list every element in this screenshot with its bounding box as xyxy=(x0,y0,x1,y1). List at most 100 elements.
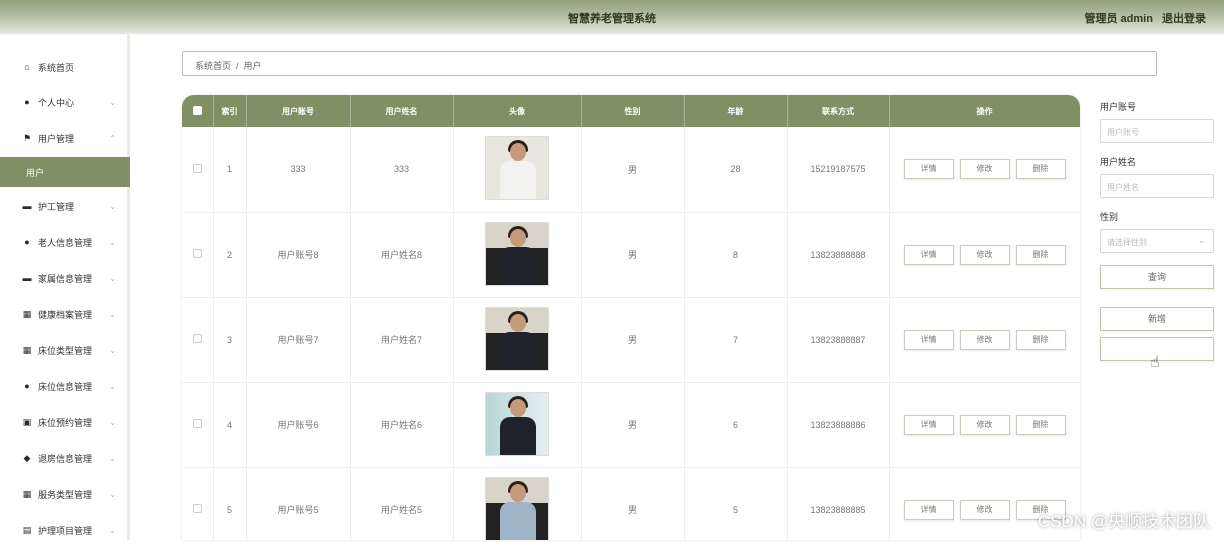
column-header: 年龄 xyxy=(684,95,787,127)
sidebar-item[interactable]: ▬ 家属信息管理⌄ xyxy=(0,263,130,293)
account-filter-input[interactable]: 用户账号 xyxy=(1100,119,1214,143)
sidebar-item[interactable]: ▦床位类型管理⌄ xyxy=(0,335,130,365)
delete-button[interactable]: 删除 xyxy=(1016,330,1066,350)
sidebar-item[interactable]: ⌂系统首页 xyxy=(0,52,130,82)
column-header: 性别 xyxy=(581,95,684,127)
edit-button[interactable]: 修改 xyxy=(960,415,1010,435)
row-checkbox[interactable] xyxy=(193,419,202,428)
chevron-down-icon: ⌄ xyxy=(109,274,116,283)
chevron-down-icon: ⌄ xyxy=(109,310,116,319)
breadcrumb: 系统首页/用户 xyxy=(182,51,1157,76)
name-cell: 333 xyxy=(350,127,453,212)
breadcrumb-home[interactable]: 系统首页 xyxy=(195,61,231,71)
edit-button[interactable]: 修改 xyxy=(960,330,1010,350)
gender-cell: 男 xyxy=(581,382,684,467)
column-header: 索引 xyxy=(213,95,246,127)
chevron-down-icon: ⌄ xyxy=(109,418,116,427)
briefcase-icon: ▬ xyxy=(20,273,34,283)
checkbox-cell[interactable] xyxy=(182,212,213,297)
detail-button[interactable]: 详情 xyxy=(904,330,954,350)
actions-cell: 详情修改删除 xyxy=(889,297,1080,382)
sidebar-item[interactable]: ▦服务类型管理⌄ xyxy=(0,479,130,509)
sidebar-item-label: 护理项目管理 xyxy=(38,524,109,537)
sidebar-item-label: 退房信息管理 xyxy=(38,452,109,465)
age-cell: 5 xyxy=(684,467,787,540)
actions-cell: 详情修改删除 xyxy=(889,127,1080,212)
index-cell: 3 xyxy=(213,297,246,382)
detail-button[interactable]: 详情 xyxy=(904,500,954,520)
name-cell: 用户姓名6 xyxy=(350,382,453,467)
sidebar-item-label: 服务类型管理 xyxy=(38,488,109,501)
row-checkbox[interactable] xyxy=(193,164,202,173)
delete-button[interactable]: 删除 xyxy=(1016,415,1066,435)
select-all-checkbox[interactable] xyxy=(193,106,202,115)
sidebar-item[interactable]: ● 老人信息管理⌄ xyxy=(0,227,130,257)
sidebar-item[interactable]: 用户 xyxy=(0,157,130,187)
search-button[interactable]: 查询 xyxy=(1100,265,1214,289)
logout-link[interactable]: 退出登录 xyxy=(1162,13,1206,25)
select-all-header[interactable] xyxy=(182,95,213,127)
user-info: 管理员 admin 退出登录 xyxy=(1078,10,1206,26)
sidebar-item-label: 老人信息管理 xyxy=(38,236,109,249)
edit-icon: ▣ xyxy=(20,417,34,428)
table-row[interactable]: 4用户账号6用户姓名6男613823888886详情修改删除 xyxy=(182,382,1080,467)
edit-button[interactable]: 修改 xyxy=(960,159,1010,179)
sidebar-item-label: 个人中心 xyxy=(38,96,109,109)
edit-button[interactable]: 修改 xyxy=(960,500,1010,520)
delete-button[interactable]: 删除 xyxy=(1016,159,1066,179)
table-row[interactable]: 2用户账号8用户姓名8男813823888888详情修改删除 xyxy=(182,212,1080,297)
checkbox-cell[interactable] xyxy=(182,127,213,212)
table-row[interactable]: 5用户账号5用户姓名5男513823888885详情修改删除 xyxy=(182,467,1080,540)
chevron-down-icon: ⌄ xyxy=(109,238,116,247)
detail-button[interactable]: 详情 xyxy=(904,415,954,435)
avatar xyxy=(485,307,549,371)
sidebar-item-label: 家属信息管理 xyxy=(38,272,109,285)
sidebar-item-label: 床位类型管理 xyxy=(38,344,109,357)
detail-button[interactable]: 详情 xyxy=(904,159,954,179)
checkbox-cell[interactable] xyxy=(182,382,213,467)
sidebar-item-label: 用户管理 xyxy=(38,132,109,145)
delete-button[interactable]: 删除 xyxy=(1016,245,1066,265)
name-filter-input[interactable]: 用户姓名 xyxy=(1100,174,1214,198)
column-header: 操作 xyxy=(889,95,1080,127)
checkbox-cell[interactable] xyxy=(182,467,213,540)
chevron-down-icon: ⌄ xyxy=(109,98,116,107)
avatar-body xyxy=(500,417,536,456)
sidebar-item[interactable]: ▤护理项目管理⌄ xyxy=(0,515,130,545)
index-cell: 2 xyxy=(213,212,246,297)
edit-button[interactable]: 修改 xyxy=(960,245,1010,265)
gender-cell: 男 xyxy=(581,297,684,382)
sidebar-item[interactable]: ◆退房信息管理⌄ xyxy=(0,443,130,473)
row-checkbox[interactable] xyxy=(193,504,202,513)
sidebar-item[interactable]: ⚑用户管理⌃ xyxy=(0,123,130,153)
avatar-head xyxy=(510,143,526,161)
table-row[interactable]: 3用户账号7用户姓名7男713823888887详情修改删除 xyxy=(182,297,1080,382)
checkbox-cell[interactable] xyxy=(182,297,213,382)
gender-select[interactable]: 请选择性别⌄ xyxy=(1100,229,1214,253)
index-cell: 4 xyxy=(213,382,246,467)
add-button[interactable]: 新增 xyxy=(1100,307,1214,331)
sidebar-item-label: 床位预约管理 xyxy=(38,416,109,429)
printer-icon: ▬ xyxy=(20,201,34,211)
breadcrumb-separator: / xyxy=(236,61,239,71)
sidebar-item[interactable]: ▬护工管理⌄ xyxy=(0,191,130,221)
avatar-cell xyxy=(453,297,581,382)
row-checkbox[interactable] xyxy=(193,334,202,343)
person-icon: ● xyxy=(20,381,34,391)
sidebar-item[interactable]: ●个人中心⌄ xyxy=(0,87,130,117)
phone-cell: 13823888887 xyxy=(787,297,889,382)
sidebar-item-label: 床位信息管理 xyxy=(38,380,109,393)
sidebar-item[interactable]: ▦健康档案管理⌄ xyxy=(0,299,130,329)
sidebar-item-label: 用户 xyxy=(26,166,130,179)
detail-button[interactable]: 详情 xyxy=(904,245,954,265)
account-cell: 用户账号6 xyxy=(246,382,350,467)
age-cell: 8 xyxy=(684,212,787,297)
actions-cell: 详情修改删除 xyxy=(889,212,1080,297)
person-icon: ● xyxy=(20,237,34,247)
sidebar-item[interactable]: ●床位信息管理⌄ xyxy=(0,371,130,401)
row-checkbox[interactable] xyxy=(193,249,202,258)
chevron-down-icon: ⌄ xyxy=(109,202,116,211)
column-header: 用户姓名 xyxy=(350,95,453,127)
sidebar-item[interactable]: ▣ 床位预约管理⌄ xyxy=(0,407,130,437)
table-row[interactable]: 1333333男2815219187575详情修改删除 xyxy=(182,127,1080,212)
